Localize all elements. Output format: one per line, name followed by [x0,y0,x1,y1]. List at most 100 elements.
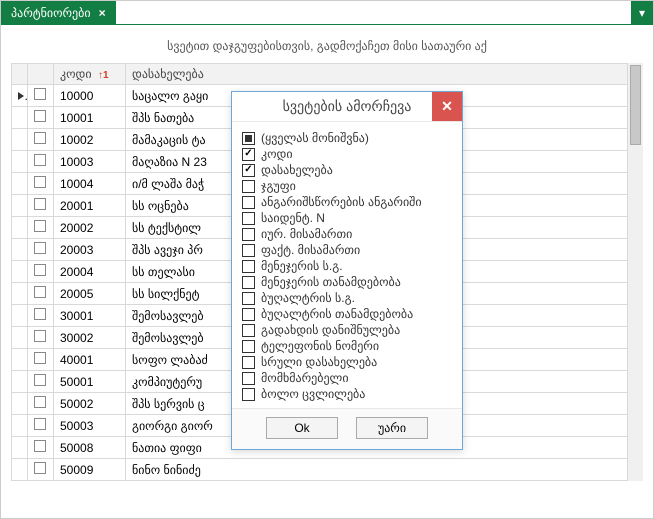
checkbox[interactable] [242,196,255,209]
current-row-icon [18,92,24,100]
row-checkbox-cell[interactable] [28,305,54,327]
row-checkbox[interactable] [34,110,46,122]
checkbox[interactable] [242,164,255,177]
checkbox[interactable] [242,356,255,369]
row-checkbox-cell[interactable] [28,437,54,459]
row-checkbox-cell[interactable] [28,371,54,393]
row-checkbox[interactable] [34,264,46,276]
row-checkbox[interactable] [34,330,46,342]
checkbox[interactable] [242,340,255,353]
row-checkbox-cell[interactable] [28,327,54,349]
column-option[interactable]: მომხმარებელი [242,370,452,386]
row-checkbox[interactable] [34,132,46,144]
table-row[interactable]: 50009ნინო ნინიძე [12,459,643,481]
column-option-label: იურ. მისამართი [261,227,352,241]
row-checkbox[interactable] [34,198,46,210]
row-code: 30002 [54,327,126,349]
row-checkbox-cell[interactable] [28,151,54,173]
checkbox[interactable] [242,308,255,321]
row-indicator [12,151,28,173]
column-option[interactable]: გადახდის დანიშნულება [242,322,452,338]
row-checkbox[interactable] [34,396,46,408]
column-option[interactable]: მენეჯერის ს.გ. [242,258,452,274]
row-checkbox-cell[interactable] [28,239,54,261]
sort-indicator: ↑1 [98,70,109,81]
checkbox[interactable] [242,244,255,257]
row-checkbox-cell[interactable] [28,107,54,129]
scrollbar-thumb[interactable] [630,65,641,145]
row-checkbox[interactable] [34,462,46,474]
row-indicator [12,415,28,437]
row-checkbox-cell[interactable] [28,261,54,283]
ok-button[interactable]: Ok [266,417,338,439]
row-checkbox[interactable] [34,308,46,320]
row-checkbox-cell[interactable] [28,85,54,107]
header-code[interactable]: კოდი ↑1 [54,64,126,85]
row-checkbox-cell[interactable] [28,393,54,415]
column-option[interactable]: იურ. მისამართი [242,226,452,242]
column-option[interactable]: სრული დასახელება [242,354,452,370]
header-indicator [12,64,28,85]
row-indicator [12,173,28,195]
tab-bar: პარტნიორები × ▾ [1,1,653,25]
checkbox[interactable] [242,260,255,273]
row-indicator [12,85,28,107]
row-checkbox[interactable] [34,220,46,232]
row-checkbox[interactable] [34,440,46,452]
row-checkbox-cell[interactable] [28,195,54,217]
checkbox[interactable] [242,292,255,305]
row-checkbox-cell[interactable] [28,217,54,239]
checkbox[interactable] [242,148,255,161]
column-option[interactable]: კოდი [242,146,452,162]
cancel-button[interactable]: უარი [356,417,428,439]
checkbox[interactable] [242,276,255,289]
row-checkbox-cell[interactable] [28,459,54,481]
column-option[interactable]: (ყველას მონიშვნა) [242,130,452,146]
column-option[interactable]: ბოლო ცვლილება [242,386,452,402]
checkbox[interactable] [242,132,255,145]
row-checkbox-cell[interactable] [28,283,54,305]
column-option[interactable]: ბუღალტრის ს.გ. [242,290,452,306]
column-option-label: ჯგუფი [261,179,296,193]
tab-partners[interactable]: პარტნიორები × [1,1,116,24]
row-checkbox[interactable] [34,88,46,100]
row-code: 20004 [54,261,126,283]
dialog-close-button[interactable]: ✕ [432,92,462,121]
column-option[interactable]: ჯგუფი [242,178,452,194]
row-checkbox[interactable] [34,418,46,430]
column-option[interactable]: ტელეფონის ნომერი [242,338,452,354]
row-checkbox[interactable] [34,286,46,298]
row-indicator [12,327,28,349]
row-checkbox[interactable] [34,242,46,254]
vertical-scrollbar[interactable] [627,63,643,481]
row-checkbox[interactable] [34,374,46,386]
row-checkbox-cell[interactable] [28,129,54,151]
row-checkbox[interactable] [34,154,46,166]
row-checkbox-cell[interactable] [28,349,54,371]
header-check[interactable] [28,64,54,85]
header-name[interactable]: დასახელება [126,64,643,85]
tab-close-icon[interactable]: × [99,6,106,20]
close-icon: ✕ [441,98,453,115]
dialog-title-bar[interactable]: სვეტების ამორჩევა ✕ [232,92,462,122]
checkbox[interactable] [242,228,255,241]
row-checkbox[interactable] [34,176,46,188]
column-option[interactable]: დასახელება [242,162,452,178]
row-checkbox-cell[interactable] [28,173,54,195]
checkbox[interactable] [242,180,255,193]
checkbox[interactable] [242,372,255,385]
column-option[interactable]: მენეჯერის თანამდებობა [242,274,452,290]
tab-dropdown-icon[interactable]: ▾ [631,1,653,24]
column-option[interactable]: ბუღალტრის თანამდებობა [242,306,452,322]
column-option[interactable]: საიდენტ. N [242,210,452,226]
column-option-label: მომხმარებელი [261,371,349,385]
column-option[interactable]: ფაქტ. მისამართი [242,242,452,258]
checkbox[interactable] [242,212,255,225]
row-code: 10001 [54,107,126,129]
checkbox[interactable] [242,388,255,401]
column-option[interactable]: ანგარიშსწორების ანგარიში [242,194,452,210]
row-checkbox-cell[interactable] [28,415,54,437]
checkbox[interactable] [242,324,255,337]
column-option-label: ბუღალტრის ს.გ. [261,291,355,305]
row-checkbox[interactable] [34,352,46,364]
